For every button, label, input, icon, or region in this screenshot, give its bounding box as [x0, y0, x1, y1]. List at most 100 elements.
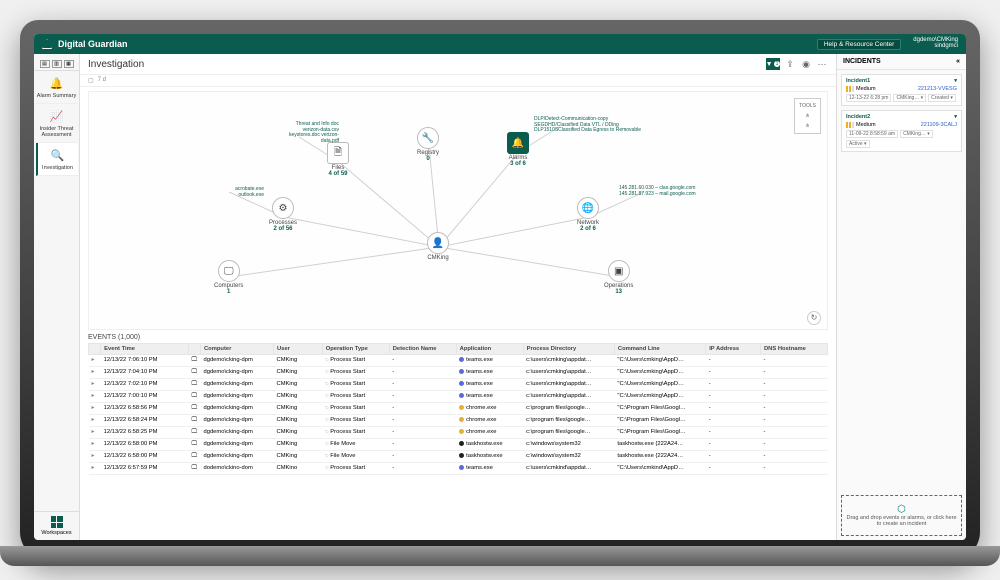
expand-caret-icon[interactable]: ▸: [89, 354, 101, 366]
table-row[interactable]: ▸ 12/13/22 6:58:00 PM 🖵 dgdemo\cking-dpm…: [89, 438, 828, 450]
col-header[interactable]: Application: [456, 343, 523, 354]
table-row[interactable]: ▸ 12/13/22 6:58:56 PM 🖵 dgdemo\cking-dpm…: [89, 402, 828, 414]
incident-id[interactable]: 221109-3CALJ: [921, 122, 957, 128]
cell-computer: dgdemo\cking-dpm: [201, 354, 274, 366]
graph-edges: [89, 92, 827, 329]
table-row[interactable]: ▸ 12/13/22 6:58:25 PM 🖵 dgdemo\cking-dpm…: [89, 426, 828, 438]
expand-caret-icon[interactable]: ▸: [89, 438, 101, 450]
cell-detection: -: [389, 414, 456, 426]
cell-user: CMKing: [274, 390, 323, 402]
cell-user: CMKing: [274, 366, 323, 378]
node-operations[interactable]: ▣Operations13: [604, 260, 633, 295]
incident-status[interactable]: Created ▾: [928, 94, 956, 102]
col-header[interactable]: Computer: [201, 343, 274, 354]
node-alarms[interactable]: 🔔Alarms3 of 6: [507, 132, 529, 167]
expand-caret-icon[interactable]: ▸: [89, 402, 101, 414]
cell-cmd: "C:\Users\cmking\AppD…: [614, 354, 705, 366]
incident-status[interactable]: Active ▾: [846, 140, 870, 148]
node-network[interactable]: 🌐Network2 of 6: [577, 197, 599, 232]
incident-card[interactable]: Incident2▾ Medium221109-3CALJ 11-09-22 8…: [841, 110, 962, 152]
col-header[interactable]: [89, 343, 101, 354]
node-user-center[interactable]: 👤CMKing: [427, 232, 449, 261]
cell-op: ◌ Process Start: [322, 402, 389, 414]
nav-insider-threat[interactable]: 📈 Insider Threat Assessment: [36, 104, 78, 143]
events-table-wrap[interactable]: Event Time ComputerUserOperation TypeDete…: [80, 343, 836, 541]
col-header[interactable]: Process Directory: [523, 343, 614, 354]
calendar-icon[interactable]: ▢: [88, 77, 94, 84]
user-host: sindgmci: [913, 44, 958, 50]
chevron-down-icon[interactable]: ▾: [954, 114, 957, 120]
cell-computer: dgdemo\cking-dpm: [201, 438, 274, 450]
investigation-graph[interactable]: 🗎Files4 of 59 🔧Registry0 🔔Alarms3 of 6 ⚙…: [88, 91, 828, 330]
node-registry[interactable]: 🔧Registry0: [417, 127, 439, 162]
cell-time: 12/13/22 7:06:10 PM: [101, 354, 189, 366]
tool-expand-icon[interactable]: ⋔: [797, 121, 818, 131]
node-processes[interactable]: ⚙Processes2 of 56: [269, 197, 297, 232]
col-header[interactable]: User: [274, 343, 323, 354]
cell-detection: -: [389, 402, 456, 414]
cell-time: 12/13/22 6:58:00 PM: [101, 450, 189, 462]
node-files[interactable]: 🗎Files4 of 59: [327, 142, 349, 177]
col-header[interactable]: Event Time: [101, 343, 189, 354]
reset-zoom-icon[interactable]: ↻: [807, 311, 821, 325]
collapse-icon[interactable]: «: [956, 58, 960, 65]
share-icon[interactable]: ⇪: [784, 58, 796, 70]
incident-card[interactable]: Incident1▾ Medium221213-VVESG 12-13-22 6…: [841, 74, 962, 106]
cell-app: teams.exe: [456, 378, 523, 390]
brand-logo-icon: [42, 39, 52, 49]
filter-button[interactable]: ▼1: [766, 58, 780, 70]
user-block[interactable]: dgdemo\CMKing sindgmci: [913, 38, 958, 49]
cell-computer: dgdemo\cking-dpm: [201, 366, 274, 378]
cell-computer: dgdemo\cking-dpm: [201, 402, 274, 414]
cell-computer: dgdemo\cking-dpm: [201, 426, 274, 438]
computer-icon: 🖵: [188, 378, 200, 390]
incident-id[interactable]: 221213-VVESG: [918, 86, 957, 92]
cell-cmd: taskhostw.exe {222A24…: [614, 438, 705, 450]
nav-rail: ▤▥▦ 🔔 Alarm Summary 📈 Insider Threat Ass…: [34, 54, 80, 540]
computer-icon: 🖵: [188, 366, 200, 378]
col-header[interactable]: DNS Hostname: [760, 343, 827, 354]
table-row[interactable]: ▸ 12/13/22 7:04:10 PM 🖵 dgdemo\cking-dpm…: [89, 366, 828, 378]
rail-view-toggle[interactable]: ▤▥▦: [34, 58, 79, 71]
table-row[interactable]: ▸ 12/13/22 6:57:59 PM 🖵 dodemo\ckino-dom…: [89, 462, 828, 474]
expand-caret-icon[interactable]: ▸: [89, 426, 101, 438]
more-icon[interactable]: ⋯: [816, 58, 828, 70]
cell-detection: -: [389, 426, 456, 438]
help-button[interactable]: Help & Resource Center: [817, 39, 901, 50]
expand-caret-icon[interactable]: ▸: [89, 378, 101, 390]
nav-label: Alarm Summary: [37, 93, 76, 99]
table-row[interactable]: ▸ 12/13/22 6:58:00 PM 🖵 dgdemo\cking-dpm…: [89, 450, 828, 462]
col-header[interactable]: Operation Type: [322, 343, 389, 354]
cell-cmd: "C:\Users\cmkind\AppD…: [614, 462, 705, 474]
tools-label: TOOLS: [797, 101, 818, 111]
table-row[interactable]: ▸ 12/13/22 7:06:10 PM 🖵 dgdemo\cking-dpm…: [89, 354, 828, 366]
col-header[interactable]: Detection Name: [389, 343, 456, 354]
magnifier-icon: 🔍: [50, 147, 66, 163]
expand-caret-icon[interactable]: ▸: [89, 450, 101, 462]
expand-caret-icon[interactable]: ▸: [89, 366, 101, 378]
incidents-title: INCIDENTS: [843, 58, 881, 65]
col-header[interactable]: IP Address: [706, 343, 761, 354]
cell-ip: -: [706, 462, 761, 474]
tool-layout-icon[interactable]: ⋔: [797, 111, 818, 121]
chevron-down-icon[interactable]: ▾: [954, 78, 957, 84]
nav-alarm-summary[interactable]: 🔔 Alarm Summary: [36, 71, 78, 104]
camera-icon[interactable]: ◉: [800, 58, 812, 70]
cell-user: CMKing: [274, 426, 323, 438]
nav-workspaces[interactable]: Workspaces: [34, 511, 79, 540]
node-computers[interactable]: 🖵Computers1: [214, 260, 243, 295]
table-row[interactable]: ▸ 12/13/22 7:00:10 PM 🖵 dgdemo\cking-dpm…: [89, 390, 828, 402]
col-header[interactable]: Command Line: [614, 343, 705, 354]
expand-caret-icon[interactable]: ▸: [89, 414, 101, 426]
expand-caret-icon[interactable]: ▸: [89, 390, 101, 402]
incident-dropzone[interactable]: ⬡ Drag and drop events or alarms, or cli…: [841, 495, 962, 536]
cell-user: CMKing: [274, 378, 323, 390]
nav-investigation[interactable]: 🔍 Investigation: [36, 143, 78, 176]
cell-detection: -: [389, 378, 456, 390]
expand-caret-icon[interactable]: ▸: [89, 462, 101, 474]
table-row[interactable]: ▸ 12/13/22 6:58:24 PM 🖵 dgdemo\cking-dpm…: [89, 414, 828, 426]
cell-procdir: c:\users\cmking\appdat…: [523, 390, 614, 402]
time-range[interactable]: 7 d: [98, 77, 106, 84]
col-header[interactable]: [188, 343, 200, 354]
table-row[interactable]: ▸ 12/13/22 7:02:10 PM 🖵 dgdemo\cking-dpm…: [89, 378, 828, 390]
